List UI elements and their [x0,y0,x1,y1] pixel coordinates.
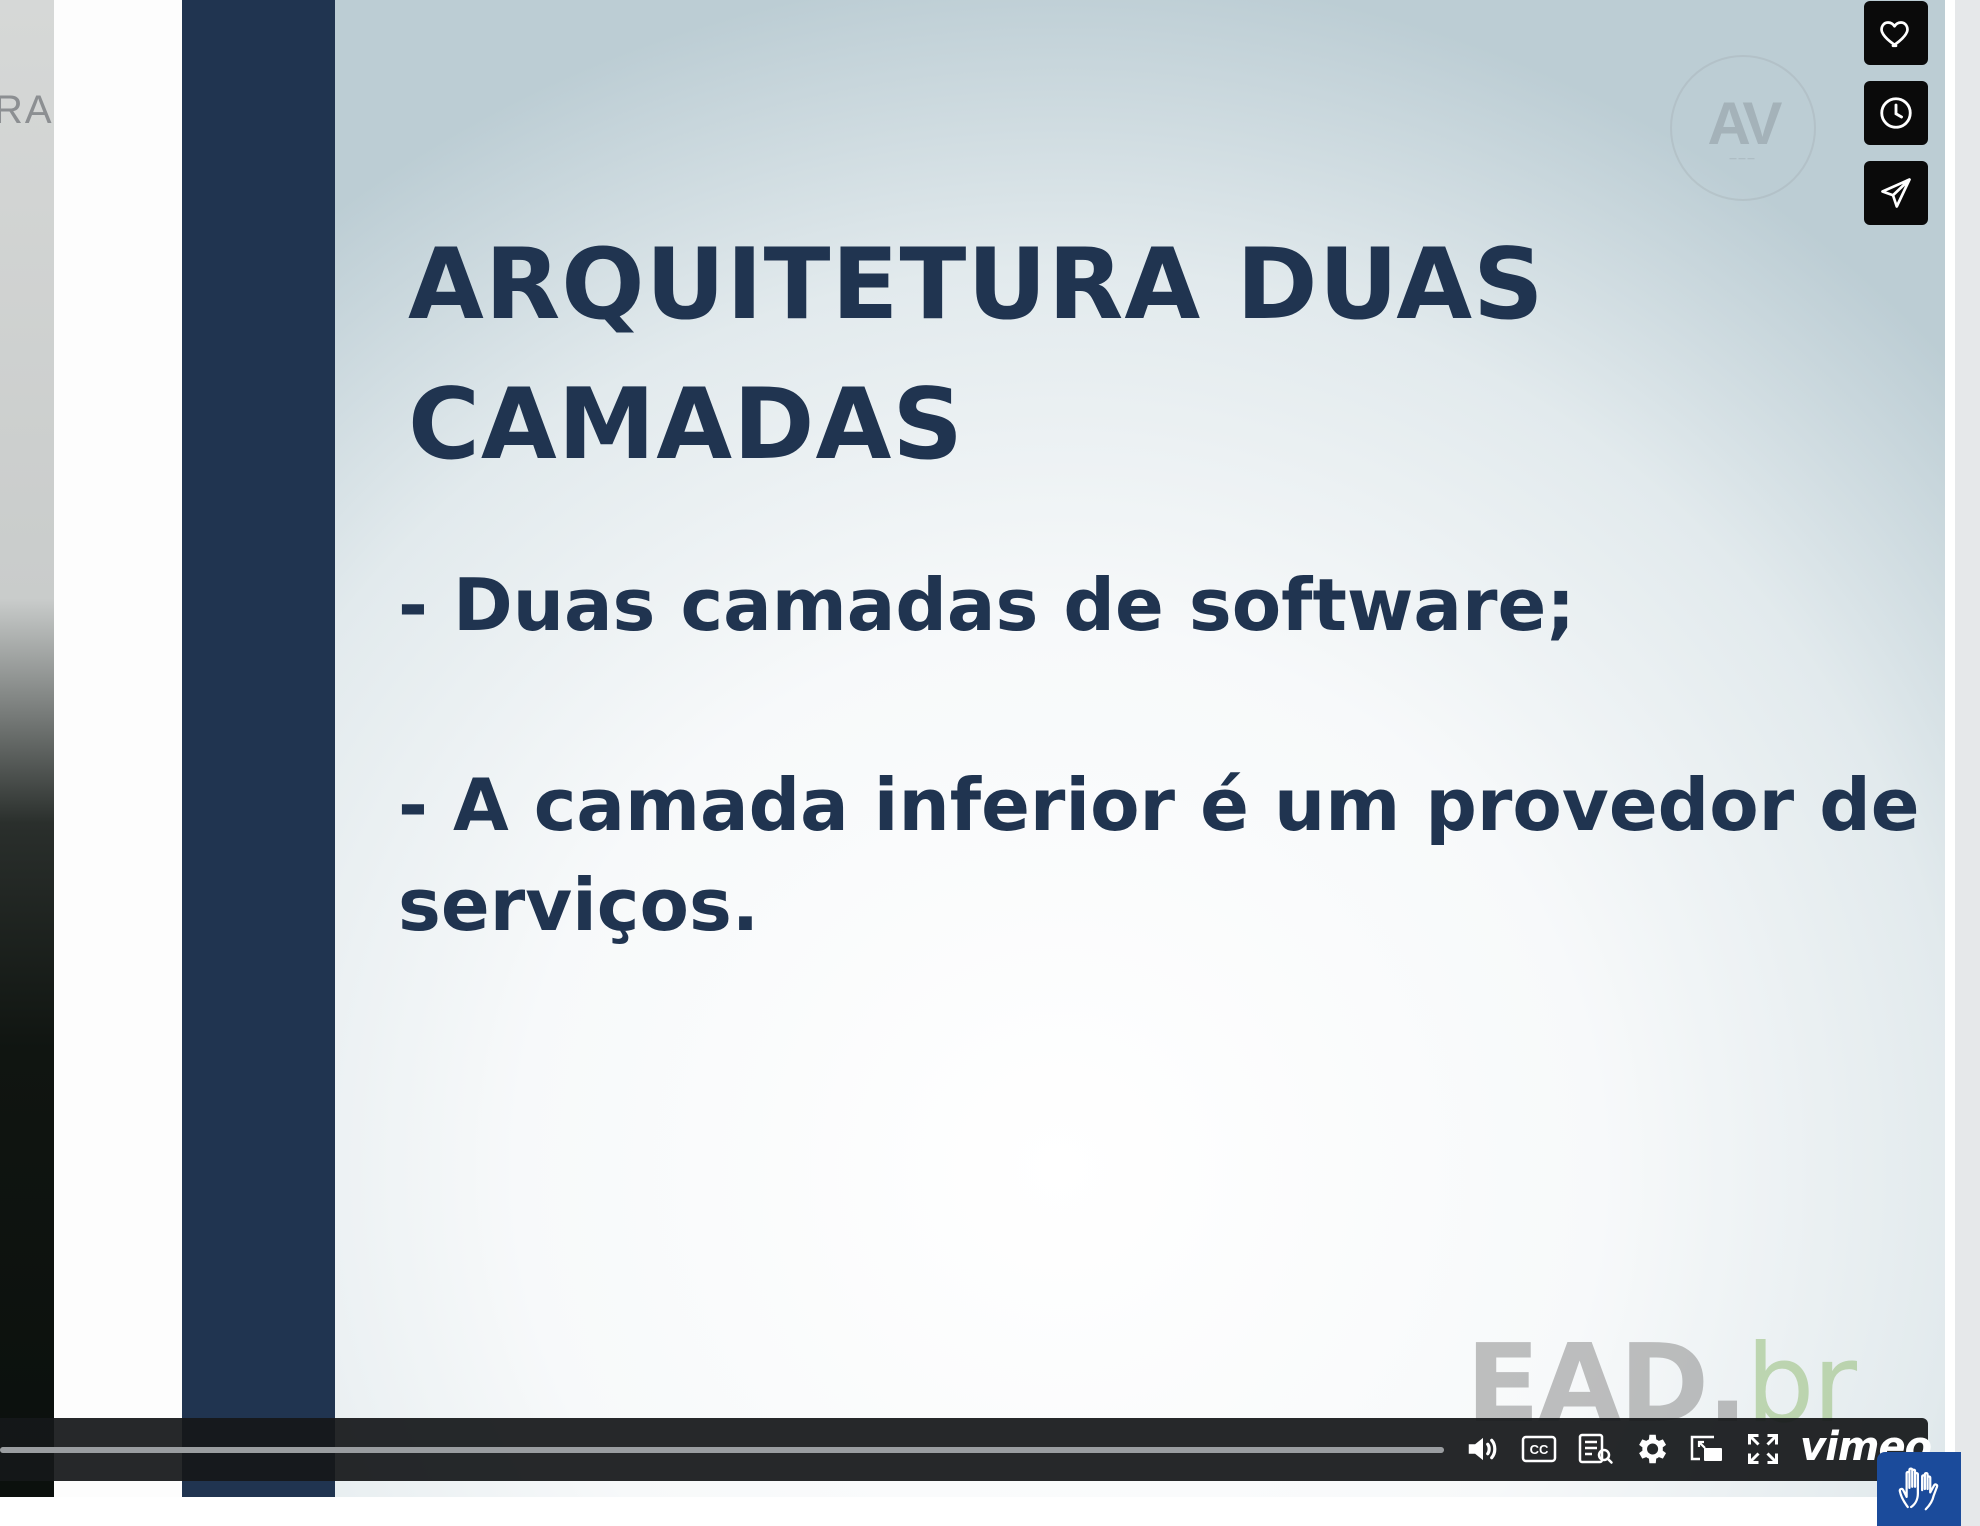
share-button[interactable] [1864,161,1928,225]
slide-bullet-2-continued: serviços. [398,863,760,947]
progress-bar-fill [0,1447,1444,1453]
sign-language-hands-icon [1898,1467,1939,1511]
clock-icon [1880,97,1912,129]
like-button[interactable] [1864,1,1928,65]
slide-margin [54,0,182,1497]
progress-bar[interactable] [0,1447,1444,1453]
page-scrollbar[interactable] [1955,0,1980,1526]
transcript-button[interactable] [1573,1426,1619,1472]
captions-icon: CC [1521,1435,1557,1463]
fullscreen-icon [1748,1434,1778,1464]
av-watermark-logo: AV ——— [1670,55,1816,201]
watch-later-button[interactable] [1864,81,1928,145]
picture-in-picture-button[interactable] [1684,1426,1730,1472]
player-control-bar: CC vimeo [0,1418,1932,1481]
slide-title-line-2: CAMADAS [408,368,964,482]
video-player[interactable]: RAL AV ——— ARQUITETURA DUAS CAMADAS - Du… [0,0,1945,1497]
captions-button[interactable]: CC [1516,1426,1562,1472]
slide-bullet-1: - Duas camadas de software; [398,563,1576,647]
gear-icon [1639,1434,1667,1464]
fullscreen-button[interactable] [1740,1426,1786,1472]
slide-title: ARQUITETURA DUAS CAMADAS [408,215,1545,495]
speaker-icon [1468,1437,1497,1461]
settings-button[interactable] [1628,1426,1674,1472]
accessibility-sign-language-button[interactable] [1877,1452,1961,1526]
volume-button[interactable] [1460,1426,1506,1472]
picture-in-picture-icon [1690,1435,1722,1461]
transcript-icon [1578,1433,1613,1464]
captions-label: CC [1530,1442,1549,1457]
av-logo-subtext: ——— [1729,155,1757,163]
slide-bullet-2: - A camada inferior é um provedor de [398,763,1920,847]
slide-title-line-1: ARQUITETURA DUAS [408,228,1545,342]
paper-plane-icon [1881,178,1911,208]
slide-accent-bar [182,0,335,1497]
heart-icon [1880,21,1909,48]
presenter-video-area: RAL [0,0,76,1497]
av-logo-text: AV [1707,89,1783,157]
